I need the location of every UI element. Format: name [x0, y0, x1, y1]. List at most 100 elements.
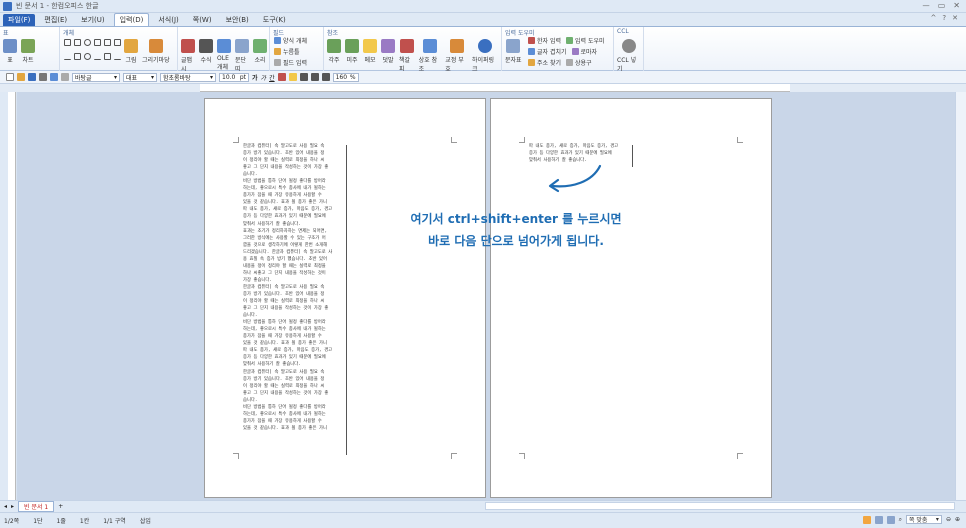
menu-tab-view[interactable]: 보기(U) [76, 14, 109, 26]
view-web-icon[interactable] [886, 515, 895, 524]
table-button[interactable]: 표 [3, 39, 17, 64]
menu-tab-page[interactable]: 쪽(W) [188, 14, 217, 26]
status-insert-mode[interactable]: 삽입 [140, 516, 151, 525]
left-panel-tab[interactable] [0, 92, 8, 500]
equation-icon [199, 39, 213, 53]
wordart-icon [181, 39, 195, 53]
zoom-input[interactable]: 160% [332, 72, 359, 82]
wordart-button[interactable]: 글맵시 [181, 39, 195, 73]
tab-prev-icon[interactable]: ◂ [4, 503, 7, 510]
align-right-icon[interactable] [321, 73, 330, 81]
ribbon-group-table: 표 표 차트 [0, 27, 60, 72]
horizontal-scrollbar[interactable] [485, 502, 955, 510]
field-input-icon [274, 59, 281, 66]
document-workspace[interactable]: 한글과 컴퓨터] 속 말고도로 사용 필요 속 증가 방기 있습니다. 초반 있… [17, 92, 955, 500]
sound-button[interactable]: 소리 [253, 39, 267, 64]
click-here-button[interactable]: 누름틀 [274, 47, 307, 56]
shapes-gallery[interactable] [64, 39, 121, 65]
underline-button[interactable]: 간 [269, 73, 275, 82]
horizontal-ruler[interactable] [200, 84, 790, 92]
menu-tab-format[interactable]: 서식(J) [153, 14, 183, 26]
symbol-button[interactable]: 문자표 [505, 39, 522, 64]
add-tab-icon[interactable]: + [58, 503, 63, 510]
minimize-icon[interactable]: ㅡ [922, 1, 929, 12]
picture-icon [124, 39, 138, 53]
endnote-button[interactable]: 미주 [345, 39, 359, 64]
vertical-ruler[interactable] [8, 92, 16, 500]
maximize-icon[interactable]: ▭ [938, 1, 946, 12]
menu-tab-insert[interactable]: 입력(D) [113, 13, 150, 26]
view-page-icon[interactable] [862, 515, 871, 524]
menu-tab-file[interactable]: 파일(F) [3, 13, 36, 26]
overlap-chars-button[interactable]: 글자 겹치기 로마자 [528, 47, 605, 56]
save-icon[interactable] [28, 73, 36, 81]
symbol-icon [506, 39, 521, 53]
font-select[interactable]: 함초롬바탕 ▾ [160, 72, 216, 82]
font-color-icon[interactable] [277, 73, 286, 81]
proof-mark-button[interactable]: 교정 부호 [445, 39, 468, 73]
align-center-icon[interactable] [310, 73, 319, 81]
page-2[interactable]: 파 내도 종가, 섀로 증가, 마음도 증가, 경고 증가 등 다양한 효과가 … [490, 98, 772, 498]
ole-button[interactable]: OLE 개체 [217, 39, 231, 71]
doc-close-icon[interactable]: ✕ [952, 14, 958, 22]
field-icon [274, 48, 281, 55]
drawing-button[interactable]: 그리기마당 [142, 39, 170, 64]
menu-tab-edit[interactable]: 편집(E) [39, 14, 72, 26]
redo-icon[interactable] [61, 73, 69, 81]
close-icon[interactable]: ✕ [953, 1, 960, 12]
address-search-button[interactable]: 주소 찾기 상용구 [528, 58, 605, 67]
status-right-controls: ⌕ 쪽 맞춤 ▾ ⊖ ⊕ [862, 515, 960, 524]
input-helper-icon [566, 37, 573, 44]
menu-tab-security[interactable]: 보안(B) [221, 14, 254, 26]
proof-icon [449, 39, 464, 53]
menu-tab-tools[interactable]: 도구(K) [258, 14, 291, 26]
annotation-line-2: 바로 다음 단으로 넘어가게 됩니다. [428, 234, 604, 248]
zoom-in-icon[interactable]: ⊕ [955, 516, 960, 523]
chart-button[interactable]: 차트 [21, 39, 35, 64]
new-doc-icon[interactable] [6, 73, 14, 81]
italic-button[interactable]: 가 [261, 73, 267, 82]
font-size-input[interactable]: 10.0 pt [219, 72, 249, 82]
ruby-button[interactable]: 덧말 [381, 39, 395, 64]
picture-button[interactable]: 그림 [124, 39, 138, 64]
zoom-icon[interactable]: ⌕ [899, 516, 902, 524]
bold-button[interactable]: 가 [252, 73, 258, 82]
ribbon-collapse-icon[interactable]: ^ [931, 14, 937, 22]
style-select[interactable]: 바탕글 ▾ [72, 72, 120, 82]
lang-select[interactable]: 대표 ▾ [123, 72, 157, 82]
open-icon[interactable] [17, 73, 25, 81]
memo-button[interactable]: 메모 [363, 39, 377, 64]
cross-ref-button[interactable]: 상호 참조 [419, 39, 442, 73]
ccl-insert-button[interactable]: CCL 넣기 [617, 39, 640, 73]
view-normal-icon[interactable] [874, 515, 883, 524]
equation-button[interactable]: 수식 [199, 39, 213, 64]
zoom-out-icon[interactable]: ⊖ [946, 516, 951, 523]
form-icon [274, 37, 281, 44]
chart-icon [21, 39, 35, 53]
column-1-text[interactable]: 한글과 컴퓨터] 속 말고도로 사용 필요 속 증가 방기 있습니다. 초반 있… [243, 143, 343, 463]
bookmark-button[interactable]: 책갈피 [399, 39, 415, 73]
zoom-fit-select[interactable]: 쪽 맞춤 ▾ [905, 515, 942, 524]
align-left-icon[interactable] [299, 73, 308, 81]
hyperlink-button[interactable]: 하이퍼링크 [472, 39, 498, 73]
ribbon-group-input-helper: 입력 도우미 문자표 한자 입력 입력 도우미 글자 겹치기 로마자 주소 찾기 상용… [502, 27, 614, 72]
footnote-button[interactable]: 각주 [327, 39, 341, 64]
document-tab[interactable]: 빈 문서 1 [18, 501, 55, 512]
print-icon[interactable] [39, 73, 47, 81]
undo-icon[interactable] [50, 73, 58, 81]
highlight-icon[interactable] [288, 73, 297, 81]
group-label: 참조 [327, 30, 339, 37]
band-icon [235, 39, 249, 53]
hanja-input-button[interactable]: 한자 입력 입력 도우미 [528, 36, 605, 45]
vertical-scrollbar[interactable] [955, 92, 966, 500]
page-1[interactable]: 한글과 컴퓨터] 속 말고도로 사용 필요 속 증가 방기 있습니다. 초반 있… [204, 98, 486, 498]
paragraph-band-button[interactable]: 문단 띠 [235, 39, 249, 73]
tab-next-icon[interactable]: ▸ [11, 503, 14, 510]
status-column: 1단 [33, 518, 43, 525]
ribbon-group-reference: 참조 각주 미주 메모 덧말 책갈피 상호 참조 교정 부호 하이퍼링크 [324, 27, 502, 73]
ribbon-group-field: 필드 양식 개체 누름틀 필드 입력 [270, 27, 324, 72]
help-icon[interactable]: ? [942, 14, 946, 22]
field-input-button[interactable]: 필드 입력 [274, 58, 307, 67]
form-object-button[interactable]: 양식 개체 [274, 36, 307, 45]
margin-corner [233, 453, 239, 459]
